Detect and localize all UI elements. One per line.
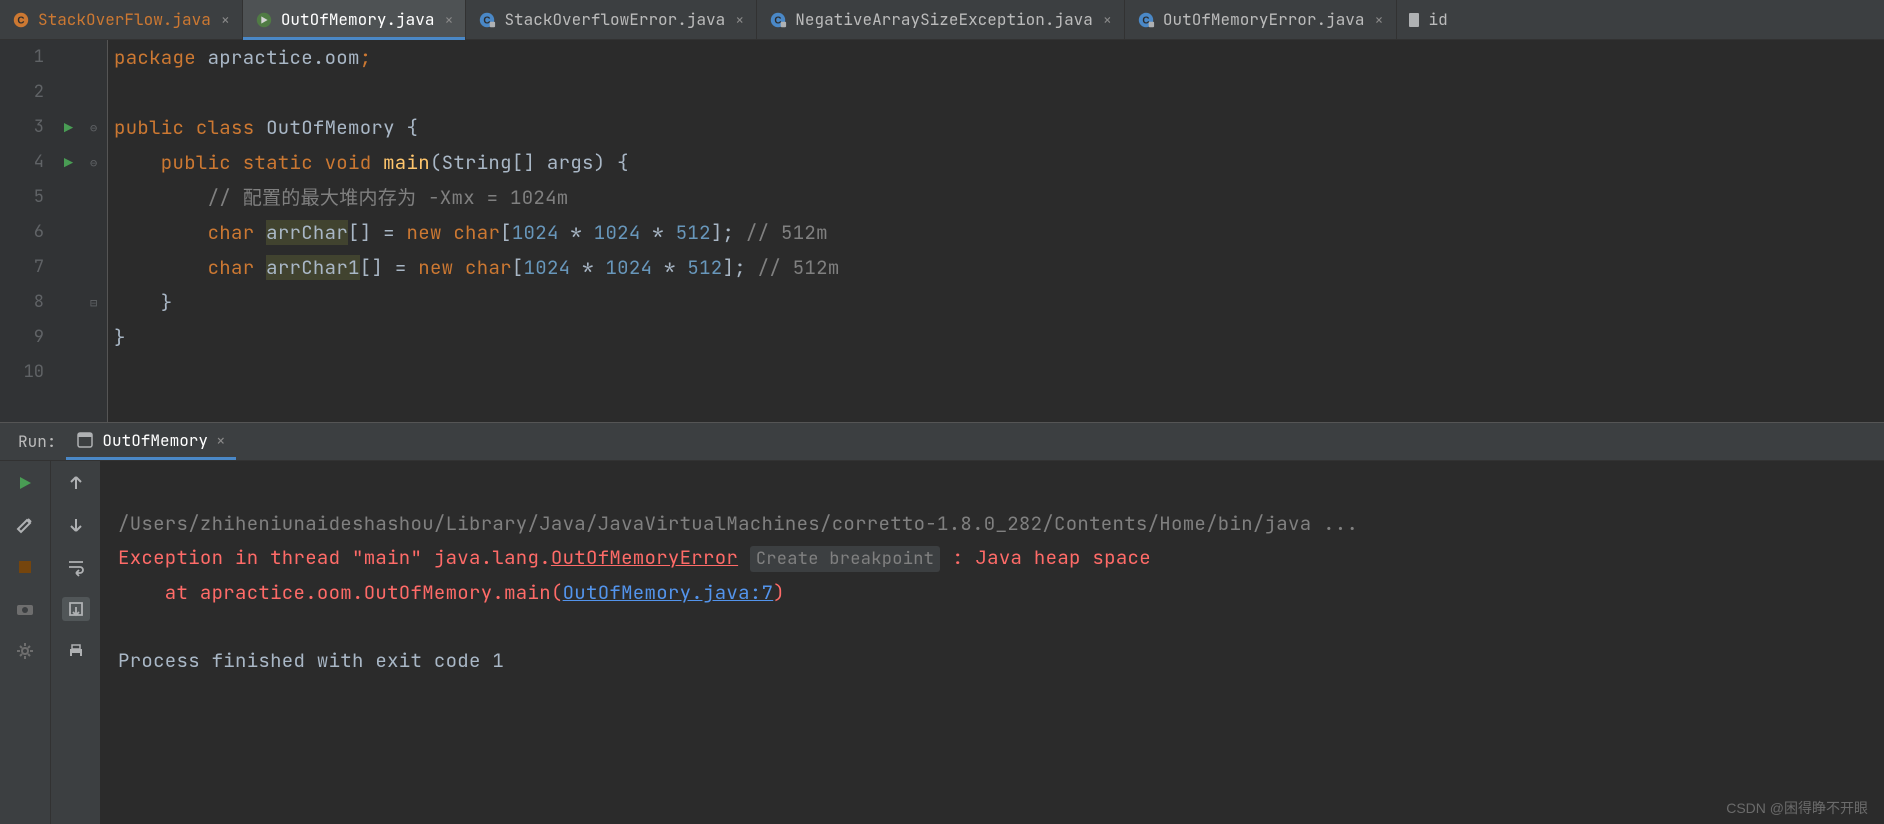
scroll-to-end-button[interactable] [62,597,90,621]
editor-tabs: C StackOverFlow.java × OutOfMemory.java … [0,0,1884,40]
fold-gutter: ⊖⊖⊟ [88,40,108,422]
file-icon [1407,12,1423,28]
tab-label: OutOfMemory.java [281,9,435,30]
code-editor[interactable]: 12345678910 ▶▶ ⊖⊖⊟ package apractice.oom… [0,40,1884,422]
tab-partial[interactable]: id [1397,0,1448,39]
source-link[interactable]: OutOfMemory.java:7 [563,580,774,605]
line-numbers: 12345678910 [0,40,58,422]
tab-stackoverflow[interactable]: C StackOverFlow.java × [0,0,243,39]
stacktrace-line: at apractice.oom.OutOfMemory.main(OutOfM… [118,580,785,605]
java-locked-icon: C [769,11,787,29]
java-file-icon: C [12,11,30,29]
exit-line: Process finished with exit code 1 [118,648,504,673]
create-breakpoint-hint[interactable]: Create breakpoint [750,546,941,572]
close-icon[interactable]: × [219,10,232,30]
print-button[interactable] [62,639,90,663]
code-area[interactable]: package apractice.oom; public class OutO… [108,40,1884,422]
tab-label: NegativeArraySizeException.java [795,9,1093,30]
close-icon[interactable]: × [1373,10,1386,30]
tab-negativearraysize[interactable]: C NegativeArraySizeException.java × [757,0,1125,39]
tab-outofmemoryerror[interactable]: C OutOfMemoryError.java × [1125,0,1397,39]
tab-stackoverflowerror[interactable]: C StackOverflowError.java × [466,0,757,39]
run-header: Run: OutOfMemory × [0,423,1884,461]
scroll-down-button[interactable] [62,513,90,537]
scroll-up-button[interactable] [62,471,90,495]
console-command: /Users/zhiheniunaideshashou/Library/Java… [118,511,1358,536]
application-icon [76,431,94,449]
exception-line: Exception in thread "main" java.lang.Out… [118,545,738,570]
camera-button[interactable] [11,597,39,621]
close-icon[interactable]: × [733,10,746,30]
watermark: CSDN @困得睁不开眼 [1726,798,1868,818]
tab-label: OutOfMemoryError.java [1163,9,1365,30]
run-toolbar-console [50,461,100,824]
run-config-name: OutOfMemory [102,430,208,451]
run-config-tab[interactable]: OutOfMemory × [66,424,235,460]
tab-label: StackOverFlow.java [38,9,211,30]
close-icon[interactable]: × [216,430,226,451]
java-locked-icon: C [478,11,496,29]
settings-button[interactable] [11,639,39,663]
exception-class-link[interactable]: OutOfMemoryError [551,545,738,570]
close-icon[interactable]: × [442,10,455,30]
rerun-button[interactable] [11,471,39,495]
tab-label: StackOverflowError.java [504,9,725,30]
fix-button[interactable] [11,513,39,537]
console-output[interactable]: /Users/zhiheniunaideshashou/Library/Java… [100,461,1884,824]
run-gutter: ▶▶ [58,40,88,422]
close-icon[interactable]: × [1101,10,1114,30]
svg-text:C: C [17,15,24,26]
svg-text:C: C [775,15,782,26]
stop-button[interactable] [11,555,39,579]
run-label: Run: [18,431,56,452]
java-runnable-icon [255,11,273,29]
tab-outofmemory[interactable]: OutOfMemory.java × [243,0,467,39]
svg-text:C: C [484,15,491,26]
run-tool-window: Run: OutOfMemory × /Users/zhiheniunaides… [0,422,1884,824]
run-toolbar-left [0,461,50,824]
svg-text:C: C [1142,15,1149,26]
soft-wrap-button[interactable] [62,555,90,579]
java-locked-icon: C [1137,11,1155,29]
